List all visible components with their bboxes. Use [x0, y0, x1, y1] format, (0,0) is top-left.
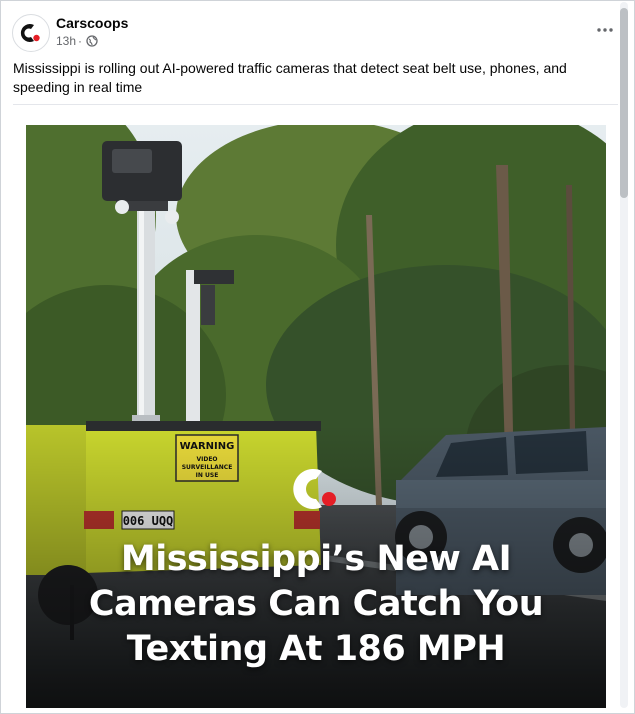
scrollbar-thumb[interactable] [620, 8, 628, 198]
image-headline: Mississippi’s New AI Cameras Can Catch Y… [26, 537, 606, 672]
more-options-icon [597, 28, 613, 32]
post-card: Carscoops 13h · Mississippi is rolling o… [0, 0, 635, 714]
globe-icon[interactable] [86, 35, 98, 47]
meta-separator: · [78, 34, 83, 48]
page-name-link[interactable]: Carscoops [56, 15, 128, 31]
more-options-button[interactable] [592, 17, 618, 43]
carscoops-logo-icon [20, 23, 40, 43]
post-caption: Mississippi is rolling out AI-powered tr… [13, 60, 567, 95]
page-avatar[interactable] [12, 14, 50, 52]
post-meta: 13h · [56, 34, 98, 48]
headline-line: Mississippi’s New AI [120, 539, 512, 579]
headline-line: Cameras Can Catch You [88, 584, 544, 624]
post-timestamp[interactable]: 13h [56, 34, 76, 48]
divider [13, 104, 618, 105]
post-image[interactable]: WARNING VIDEO SURVEILLANCE IN USE 006 UQ… [26, 125, 606, 708]
headline-line: Texting At 186 MPH [126, 629, 506, 669]
